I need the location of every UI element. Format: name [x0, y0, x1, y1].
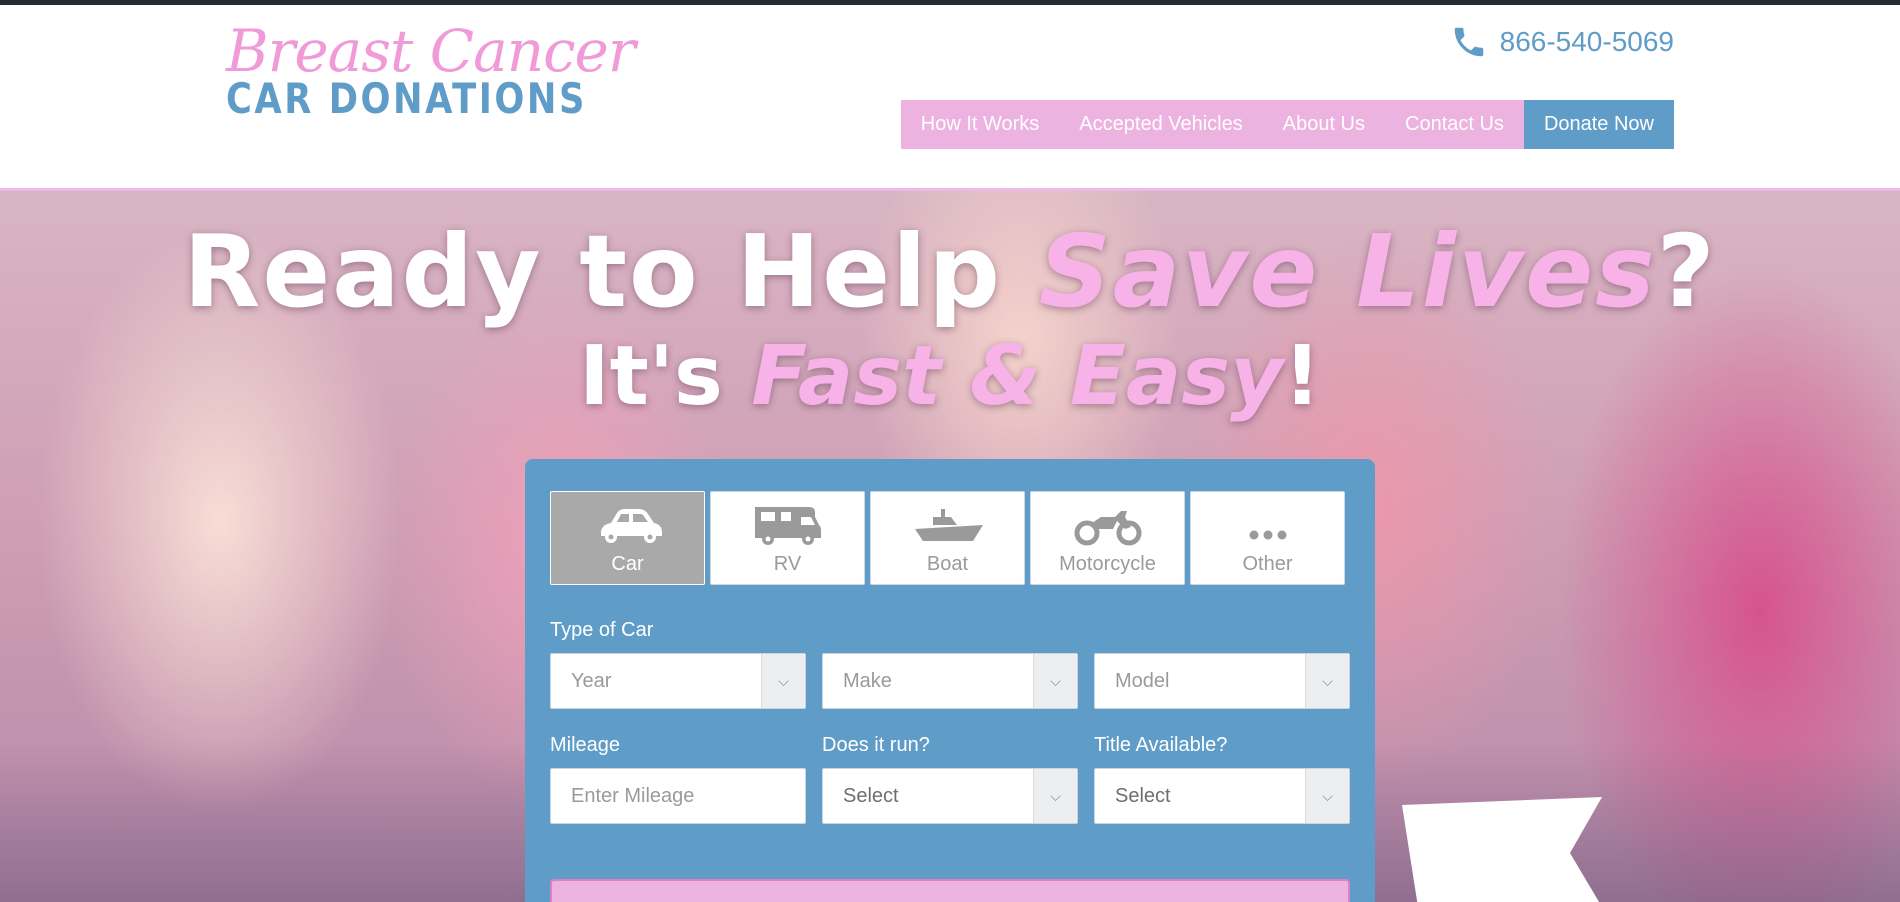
- nav-about-us[interactable]: About Us: [1262, 100, 1385, 149]
- phone-number: 866-540-5069: [1499, 26, 1674, 57]
- mileage-label: Mileage: [550, 734, 621, 756]
- year-select[interactable]: Year ⌵: [550, 653, 806, 709]
- year-select-value: Year: [571, 669, 612, 692]
- make-select-value: Make: [843, 669, 892, 692]
- hero-subheadline: It's Fast & Easy!: [0, 329, 1900, 424]
- mileage-placeholder: Enter Mileage: [571, 784, 695, 807]
- nav-accepted-vehicles[interactable]: Accepted Vehicles: [1059, 100, 1263, 149]
- headline-accent: Save Lives: [1038, 213, 1657, 330]
- chevron-down-icon: ⌵: [761, 654, 805, 708]
- ribbon-badge-shape: [1402, 797, 1602, 902]
- site-logo[interactable]: Breast Cancer CAR DONATIONS: [226, 19, 636, 123]
- motorcycle-icon: [1074, 511, 1141, 546]
- vehicle-tab-label: Other: [1242, 553, 1293, 575]
- vehicle-tab-label: Boat: [926, 553, 969, 575]
- title-available-value: Select: [1115, 784, 1171, 807]
- headline-text: Ready to Help: [183, 213, 1039, 330]
- mileage-input[interactable]: Enter Mileage: [550, 768, 806, 824]
- model-select-value: Model: [1115, 669, 1170, 692]
- vehicle-tab-label: Car: [611, 553, 644, 575]
- model-select[interactable]: Model ⌵: [1094, 653, 1350, 709]
- does-it-run-value: Select: [843, 784, 899, 807]
- vehicle-tab-label: Motorcycle: [1059, 553, 1156, 575]
- make-select[interactable]: Make ⌵: [822, 653, 1078, 709]
- submit-button[interactable]: [550, 879, 1350, 902]
- main-nav: How It Works Accepted Vehicles About Us …: [900, 100, 1674, 149]
- donation-form: Car RV Boat Motorcycle Other Type of Car…: [525, 459, 1375, 902]
- vehicle-tab-motorcycle[interactable]: Motorcycle: [1030, 491, 1185, 585]
- does-it-run-select[interactable]: Select ⌵: [822, 768, 1078, 824]
- chevron-down-icon: ⌵: [1305, 654, 1349, 708]
- vehicle-tab-car[interactable]: Car: [550, 491, 705, 585]
- hero-headline: Ready to Help Save Lives?: [0, 213, 1900, 330]
- nav-how-it-works[interactable]: How It Works: [900, 100, 1060, 149]
- phone-icon: [1454, 27, 1483, 57]
- chevron-down-icon: ⌵: [1033, 769, 1077, 823]
- site-header: Breast Cancer CAR DONATIONS 866-540-5069…: [0, 5, 1900, 191]
- vehicle-tab-rv[interactable]: RV: [710, 491, 865, 585]
- more-icon: [1249, 530, 1286, 540]
- type-of-car-label: Type of Car: [550, 619, 654, 641]
- headline-punct: ?: [1656, 213, 1717, 330]
- chevron-down-icon: ⌵: [1305, 769, 1349, 823]
- car-icon: [600, 509, 662, 543]
- vehicle-tab-other[interactable]: Other: [1190, 491, 1345, 585]
- title-available-select[interactable]: Select ⌵: [1094, 768, 1350, 824]
- title-available-label: Title Available?: [1094, 734, 1228, 756]
- boat-icon: [914, 509, 983, 541]
- subheadline-punct: !: [1283, 329, 1321, 424]
- donate-now-button[interactable]: Donate Now: [1523, 100, 1674, 149]
- subheadline-accent: Fast & Easy: [751, 329, 1284, 424]
- hero-section: Ready to Help Save Lives? It's Fast & Ea…: [0, 191, 1900, 902]
- vehicle-type-tabs: Car RV Boat Motorcycle Other: [550, 491, 1345, 585]
- nav-contact-us[interactable]: Contact Us: [1385, 100, 1524, 149]
- vehicle-tab-label: RV: [773, 553, 802, 575]
- does-it-run-label: Does it run?: [822, 734, 930, 756]
- vehicle-tab-boat[interactable]: Boat: [870, 491, 1025, 585]
- chevron-down-icon: ⌵: [1033, 654, 1077, 708]
- logo-block-text: CAR DONATIONS: [226, 74, 587, 123]
- subheadline-text: It's: [579, 329, 752, 424]
- rv-icon: [754, 507, 821, 545]
- phone-link[interactable]: 866-540-5069: [1450, 23, 1674, 61]
